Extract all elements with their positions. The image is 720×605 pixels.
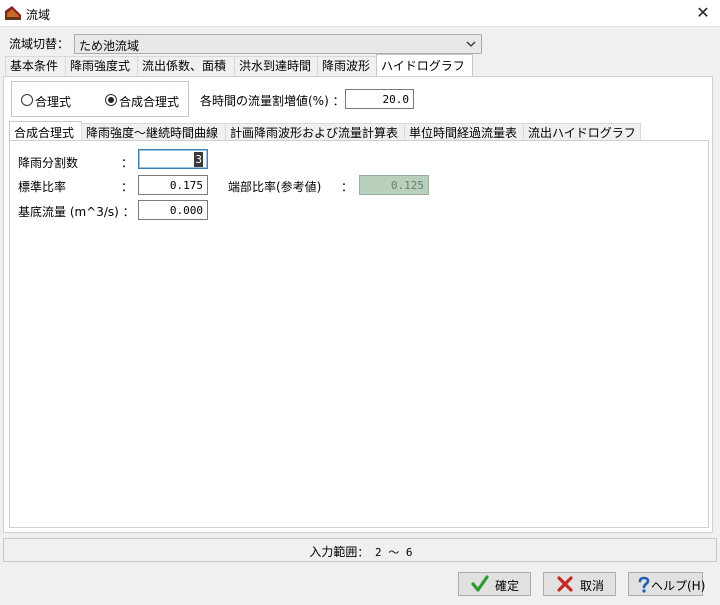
cancel-button-label: 取消 [580,579,605,593]
cancel-button[interactable]: 取消 [543,572,616,596]
chevron-down-icon [466,41,476,47]
x-icon [557,576,573,592]
end-ratio-label: 端部比率(参考値) [228,180,322,194]
close-icon[interactable]: ✕ [690,3,716,23]
ok-button[interactable]: 確定 [458,572,531,596]
flow-increase-input[interactable]: 20.0 [345,89,414,109]
ok-button-label: 確定 [495,579,520,593]
title-bar: 流域 ✕ [0,0,720,27]
basin-app-icon [5,6,21,20]
base-flow-label: 基底流量 (m^3/s) ： [18,205,135,219]
basin-switch-label: 流域切替： [9,37,70,51]
end-ratio-reference-value: 0.125 [359,175,429,195]
main-tab-bar: 基本条件 降雨強度式 流出係数、面積 洪水到達時間 降雨波形 ハイドログラフ [5,54,475,77]
flow-increase-label: 各時間の流量割増値(%) ： [200,94,345,108]
input-range-value: ： 2 ～ 6 [357,546,413,559]
radio-selected-dot [108,97,114,103]
tab-runoff-coefficient-area[interactable]: 流出係数、面積 [137,56,235,76]
base-flow-input[interactable]: 0.000 [138,200,208,220]
tab-rainfall-intensity[interactable]: 降雨強度式 [65,56,138,76]
std-ratio-label: 標準比率 [18,180,67,194]
window-title: 流域 [26,8,51,22]
tab-hydrograph[interactable]: ハイドログラフ [376,54,473,77]
status-bar: 入力範囲： 2 ～ 6 [3,538,717,562]
radio-rational[interactable] [21,94,33,106]
tab-rainfall-waveform[interactable]: 降雨波形 [317,56,377,76]
end-ratio-colon: ： [341,180,354,194]
input-range-label: 入力範囲 [309,545,358,559]
rain-division-value: 3 [194,152,203,167]
rain-division-label: 降雨分割数 [18,156,79,170]
input-range-status: 入力範囲： 2 ～ 6 [4,543,718,560]
radio-rational-label[interactable]: 合理式 [35,93,71,110]
help-button[interactable]: ヘルプ(H) [628,572,706,596]
std-ratio-input[interactable]: 0.175 [138,175,208,195]
basin-switch-select[interactable]: ため池流域 [74,34,482,54]
composite-rational-panel [9,140,709,528]
rain-division-input[interactable]: 3 [138,149,208,169]
radio-composite-rational-label[interactable]: 合成合理式 [119,93,179,110]
method-radio-group: 合理式 合成合理式 [11,81,189,117]
rain-division-colon: ： [121,156,134,170]
tab-basic-conditions[interactable]: 基本条件 [5,56,66,76]
basin-switch-value: ため池流域 [79,39,140,53]
radio-composite-rational[interactable] [105,94,117,106]
tab-flood-arrival-time[interactable]: 洪水到達時間 [234,56,318,76]
std-ratio-colon: ： [121,180,134,194]
help-button-label: ヘルプ(H) [651,579,706,593]
check-icon [471,575,489,592]
